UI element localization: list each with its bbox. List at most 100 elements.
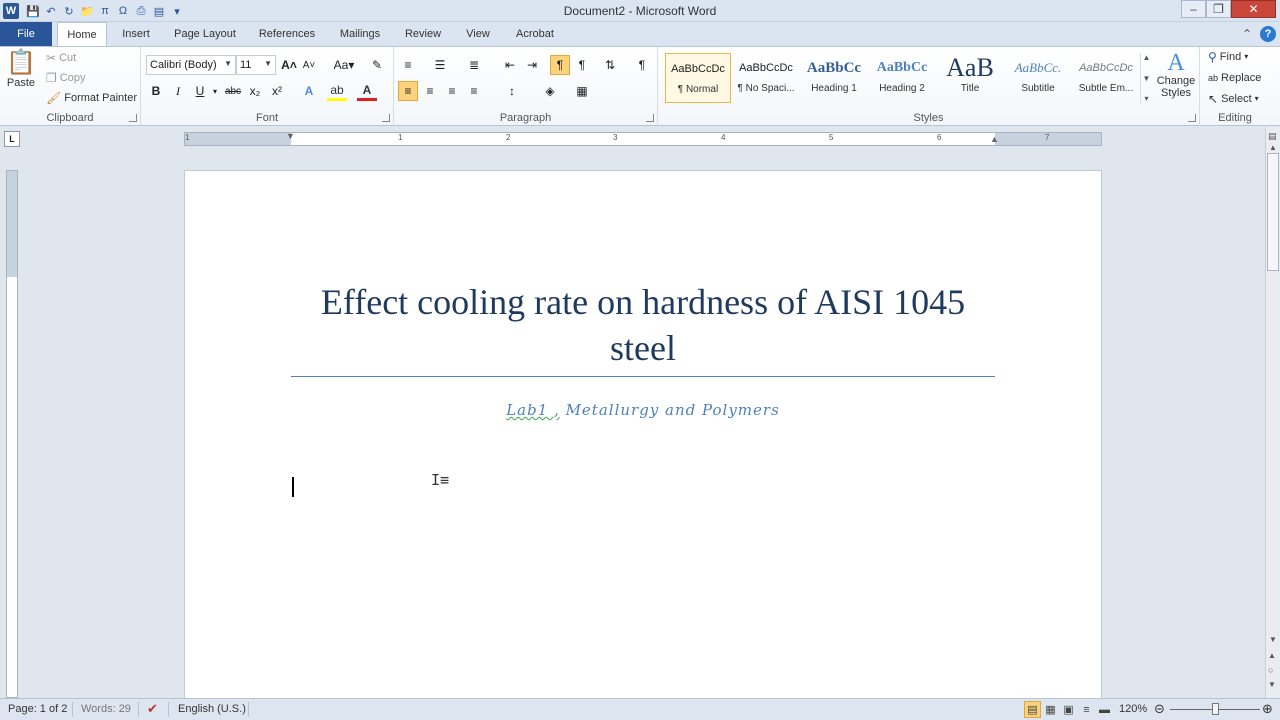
subscript-icon[interactable]: x₂ bbox=[245, 81, 265, 101]
vertical-scrollbar[interactable]: ▤ ▲ ▼ ▲ ○ ▼ bbox=[1265, 127, 1280, 698]
decrease-indent-icon[interactable]: ⇤ bbox=[500, 55, 520, 75]
show-formatting-icon[interactable]: ¶ bbox=[632, 55, 652, 75]
borders-icon[interactable]: ▦ bbox=[572, 81, 592, 101]
align-center-icon[interactable]: ≡ bbox=[420, 81, 440, 101]
style-subtitle[interactable]: AaBbCc. Subtitle bbox=[1005, 53, 1071, 103]
scroll-up-icon[interactable]: ▲ bbox=[1269, 143, 1277, 152]
web-layout-icon[interactable]: ▣ bbox=[1060, 701, 1077, 718]
zoom-level[interactable]: 120% bbox=[1119, 703, 1147, 715]
scroll-down-icon[interactable]: ▼ bbox=[1269, 635, 1277, 644]
text-effects-icon[interactable]: A bbox=[299, 81, 319, 101]
tab-file[interactable]: File bbox=[0, 22, 52, 46]
browse-object-icon[interactable]: ○ bbox=[1268, 665, 1273, 675]
change-styles-button[interactable]: A Change Styles bbox=[1156, 51, 1196, 99]
tab-review[interactable]: Review bbox=[397, 22, 449, 46]
italic-icon[interactable]: I bbox=[168, 81, 188, 101]
paste-button[interactable]: 📋 Paste bbox=[6, 51, 36, 90]
align-right-icon[interactable]: ≡ bbox=[442, 81, 462, 101]
help-icon[interactable]: ? bbox=[1260, 26, 1276, 42]
language[interactable]: English (U.S.) bbox=[178, 703, 246, 715]
more-icon[interactable]: ▾ bbox=[1144, 94, 1148, 103]
bullets-icon[interactable]: ≡ bbox=[398, 55, 418, 75]
next-page-icon[interactable]: ▼ bbox=[1268, 680, 1276, 689]
format-painter-button[interactable]: 🖌 Format Painter bbox=[46, 92, 137, 104]
shading-icon[interactable]: ◈ bbox=[540, 81, 560, 101]
replace-button[interactable]: ab Replace bbox=[1208, 72, 1261, 84]
shrink-font-icon[interactable]: A˅ bbox=[299, 55, 319, 75]
ltr-text-icon[interactable]: ¶ bbox=[550, 55, 570, 75]
tab-selector[interactable]: L bbox=[4, 131, 20, 147]
tab-page-layout[interactable]: Page Layout bbox=[166, 22, 244, 46]
bold-icon[interactable]: B bbox=[146, 81, 166, 101]
increase-indent-icon[interactable]: ⇥ bbox=[522, 55, 542, 75]
sort-icon[interactable]: ⇅ bbox=[600, 55, 620, 75]
style-title[interactable]: AaB Title bbox=[937, 53, 1003, 103]
page-count[interactable]: Page: 1 of 2 bbox=[8, 703, 67, 715]
strikethrough-icon[interactable]: abc bbox=[223, 81, 243, 101]
tab-mailings[interactable]: Mailings bbox=[330, 22, 390, 46]
font-size-select[interactable]: 11 ▼ bbox=[236, 55, 276, 75]
previous-page-icon[interactable]: ▲ bbox=[1268, 651, 1276, 660]
horizontal-ruler[interactable]: 1 1 2 3 4 5 6 7 ▼ ▲ bbox=[184, 131, 1102, 146]
select-button[interactable]: ↖ Select ▾ bbox=[1208, 93, 1259, 105]
vertical-ruler[interactable] bbox=[6, 170, 18, 698]
tab-home[interactable]: Home bbox=[57, 22, 107, 47]
clipboard-launcher-icon[interactable] bbox=[129, 114, 137, 122]
document-area[interactable]: Effect cooling rate on hardness of AISI … bbox=[22, 151, 1265, 698]
outline-view-icon[interactable]: ≡ bbox=[1078, 701, 1095, 718]
clear-formatting-icon[interactable]: ✎ bbox=[367, 55, 387, 75]
print-layout-view-icon[interactable]: ▤ bbox=[1024, 701, 1041, 718]
zoom-out-icon[interactable]: ⊝ bbox=[1154, 701, 1165, 717]
proofing-icon[interactable]: ✔ bbox=[147, 701, 158, 717]
document-subtitle[interactable]: Lab1 , Metallurgy and Polymers bbox=[291, 401, 995, 419]
ruler-toggle-icon[interactable]: ▤ bbox=[1268, 131, 1277, 142]
minimize-ribbon-icon[interactable]: ⌃ bbox=[1242, 28, 1252, 40]
paragraph-launcher-icon[interactable] bbox=[646, 114, 654, 122]
zoom-slider-knob[interactable] bbox=[1212, 703, 1219, 715]
tab-acrobat[interactable]: Acrobat bbox=[507, 22, 563, 46]
restore-button[interactable]: ❐ bbox=[1206, 0, 1231, 18]
font-color-icon[interactable]: A bbox=[357, 81, 377, 101]
styles-launcher-icon[interactable] bbox=[1188, 114, 1196, 122]
find-button[interactable]: ⚲ Find ▾ bbox=[1208, 51, 1248, 63]
style-normal[interactable]: AaBbCcDc ¶ Normal bbox=[665, 53, 731, 103]
draft-view-icon[interactable]: ▬ bbox=[1096, 701, 1113, 718]
numbering-icon[interactable]: ☰ bbox=[430, 55, 450, 75]
right-indent-marker-icon[interactable]: ▲ bbox=[990, 134, 999, 144]
document-page[interactable]: Effect cooling rate on hardness of AISI … bbox=[184, 170, 1102, 698]
style-subtle-emphasis[interactable]: AaBbCcDc Subtle Em... bbox=[1073, 53, 1139, 103]
font-launcher-icon[interactable] bbox=[382, 114, 390, 122]
grow-font-icon[interactable]: A˄ bbox=[279, 55, 299, 75]
font-family-select[interactable]: Calibri (Body) ▼ bbox=[146, 55, 236, 75]
line-spacing-icon[interactable]: ↕ bbox=[502, 81, 522, 101]
full-screen-reading-icon[interactable]: ▦ bbox=[1042, 701, 1059, 718]
tab-references[interactable]: References bbox=[250, 22, 324, 46]
word-count[interactable]: Words: 29 bbox=[81, 703, 131, 715]
cut-button[interactable]: ✂ Cut bbox=[46, 52, 76, 64]
document-title[interactable]: Effect cooling rate on hardness of AISI … bbox=[291, 279, 995, 371]
rtl-text-icon[interactable]: ¶ bbox=[572, 55, 592, 75]
chevron-up-icon[interactable]: ▲ bbox=[1143, 53, 1151, 62]
tab-view[interactable]: View bbox=[456, 22, 500, 46]
chevron-down-icon[interactable]: ▼ bbox=[1143, 74, 1151, 83]
underline-dropdown-icon[interactable]: ▾ bbox=[205, 81, 225, 101]
copy-button[interactable]: ❐ Copy bbox=[46, 72, 85, 84]
minimize-button[interactable]: – bbox=[1181, 0, 1206, 18]
style-heading-1[interactable]: AaBbCc Heading 1 bbox=[801, 53, 867, 103]
spelling-error-text[interactable]: Lab1 , bbox=[506, 401, 560, 419]
styles-gallery-scroll[interactable]: ▲ ▼ ▾ bbox=[1140, 53, 1152, 103]
zoom-in-icon[interactable]: ⊕ bbox=[1262, 701, 1273, 717]
tab-insert[interactable]: Insert bbox=[110, 22, 162, 46]
multilevel-list-icon[interactable]: ≣ bbox=[464, 55, 484, 75]
superscript-icon[interactable]: x² bbox=[267, 81, 287, 101]
align-left-icon[interactable]: ≡ bbox=[398, 81, 418, 101]
close-button[interactable]: ✕ bbox=[1231, 0, 1276, 18]
change-case-icon[interactable]: Aa▾ bbox=[331, 55, 357, 75]
justify-icon[interactable]: ≡ bbox=[464, 81, 484, 101]
highlight-icon[interactable]: ab bbox=[327, 81, 347, 101]
scrollbar-thumb[interactable] bbox=[1267, 153, 1279, 271]
style-heading-2[interactable]: AaBbCc Heading 2 bbox=[869, 53, 935, 103]
indent-marker-icon[interactable]: ▼ bbox=[286, 131, 295, 141]
editing-label: Editing bbox=[1218, 112, 1252, 124]
style-no-spacing[interactable]: AaBbCcDc ¶ No Spaci... bbox=[733, 53, 799, 103]
